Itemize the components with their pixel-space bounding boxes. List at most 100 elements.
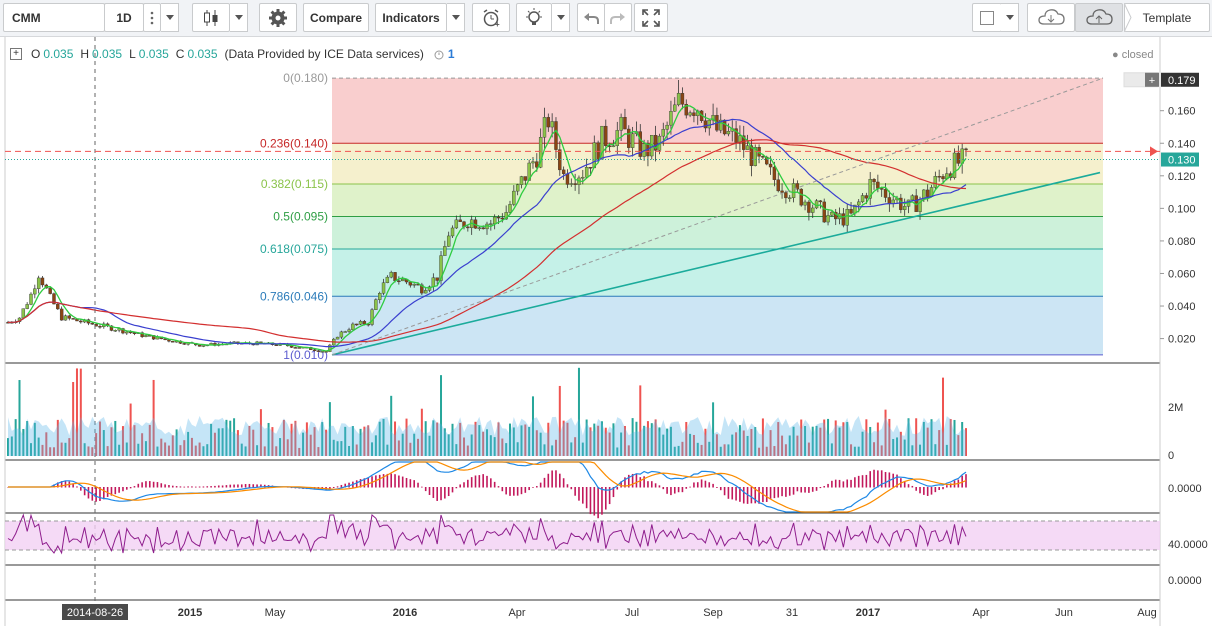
candle-body (872, 179, 876, 183)
candle-body (726, 131, 731, 135)
candle-body (883, 189, 888, 198)
macd-histogram-bar (497, 486, 500, 488)
macd-histogram-bar (773, 487, 776, 499)
time-tick-label: 31 (786, 607, 798, 619)
candle-body (144, 335, 148, 338)
macd-histogram-bar (221, 485, 224, 488)
candle-body (604, 125, 608, 146)
candle-body (807, 201, 811, 213)
candle-body (937, 176, 941, 178)
macd-histogram-bar (202, 486, 205, 488)
fullscreen-button[interactable] (634, 3, 668, 32)
rsi-band (5, 521, 1160, 550)
macd-histogram-bar (555, 470, 557, 488)
candles-style-button[interactable] (192, 3, 230, 32)
interval-dropdown-chevron-icon[interactable] (161, 3, 179, 32)
candle-body (431, 277, 436, 288)
macd-histogram-bar (210, 486, 212, 488)
macd-histogram-bar (405, 477, 408, 488)
open-label: O (31, 47, 41, 61)
macd-histogram-bar (781, 487, 783, 497)
template-button[interactable]: Template (1124, 3, 1210, 32)
macd-histogram-bar (850, 479, 852, 488)
macd-histogram-bar (137, 483, 140, 488)
candle-body (289, 345, 294, 348)
macd-histogram-bar (639, 477, 642, 488)
fib-zone (332, 78, 1103, 144)
macd-histogram-bar (719, 487, 722, 491)
macd-histogram-bar (118, 487, 120, 493)
candle-body (523, 176, 528, 181)
macd-histogram-bar (727, 487, 730, 499)
indicators-dropdown-chevron-icon[interactable] (447, 3, 465, 32)
candle-body (79, 320, 83, 323)
candle-body (466, 226, 470, 229)
macd-histogram-bar (892, 473, 894, 488)
macd-histogram-bar (524, 487, 527, 493)
collapse-legend-icon[interactable]: + (10, 48, 22, 60)
time-tick-label: Jun (1055, 607, 1073, 619)
plus-icon: + (1149, 75, 1155, 87)
macd-histogram-bar (459, 484, 461, 488)
macd-histogram-bar (332, 487, 335, 489)
symbol-search-input[interactable]: CMM (3, 3, 105, 32)
market-status: ● closed (1112, 49, 1154, 61)
macd-histogram-bar (907, 484, 910, 488)
candle-body (791, 183, 796, 198)
macd-histogram-bar (559, 473, 561, 488)
ideas-dropdown-chevron-icon[interactable] (552, 3, 570, 32)
macd-histogram-bar (677, 487, 680, 493)
chart-area[interactable]: 0(0.180) 0.236(0.140) 0.382(0.115) 0.5(0.09… (0, 37, 1212, 626)
candle-body (40, 277, 45, 286)
macd-histogram-bar (700, 479, 703, 488)
candle-body (841, 213, 846, 226)
price-tick-label: 0.140 (1168, 138, 1196, 150)
redo-button[interactable] (604, 3, 632, 32)
macd-histogram-bar (823, 486, 826, 488)
macd-histogram-bar (777, 487, 780, 498)
price-tick-label: 0.120 (1168, 171, 1196, 183)
candle-body (581, 176, 585, 179)
alert-button[interactable]: + (472, 3, 510, 32)
macd-histogram-bar (490, 478, 492, 488)
candle-body (722, 119, 727, 135)
macd-histogram-bar (635, 473, 638, 488)
macd-histogram-bar (582, 487, 584, 504)
macd-histogram-bar (800, 487, 803, 493)
price-tick-label: 0.160 (1168, 106, 1196, 118)
interval-button[interactable]: 1D (104, 3, 144, 32)
save-layout-button[interactable] (1075, 3, 1123, 32)
indicators-button[interactable]: Indicators (375, 3, 447, 32)
macd-histogram-bar (378, 474, 381, 488)
alerts-count[interactable]: 1 (448, 47, 455, 61)
macd-histogram-bar (792, 487, 795, 495)
price-chart[interactable]: 0(0.180) 0.236(0.140) 0.382(0.115) 0.5(0.09… (0, 37, 1212, 626)
interval-more-icon[interactable] (143, 3, 161, 32)
alarm-icon[interactable] (433, 48, 445, 60)
macd-histogram-bar (355, 480, 358, 488)
candle-body (132, 332, 137, 334)
fib-zone (332, 249, 1103, 297)
macd-histogram-bar (585, 487, 588, 509)
macd-histogram-bar (796, 487, 799, 492)
settings-button[interactable] (259, 3, 297, 32)
pane-tick-label: 0.0000 (1168, 575, 1202, 587)
candle-body (458, 219, 462, 222)
macd-histogram-bar (444, 487, 446, 499)
load-layout-button[interactable] (1027, 3, 1075, 32)
macd-histogram-bar (76, 486, 78, 488)
layout-dropdown-chevron-icon[interactable] (1001, 3, 1019, 32)
layout-button[interactable] (972, 3, 1002, 32)
candle-body (378, 293, 382, 300)
time-tick-label: 2015 (178, 607, 202, 619)
pane-tick-label: 40.0000 (1168, 539, 1208, 551)
candle-body (293, 347, 298, 349)
macd-histogram-bar (566, 484, 569, 488)
compare-button[interactable]: Compare (303, 3, 369, 32)
macd-histogram-bar (915, 487, 917, 491)
chart-style-dropdown-chevron-icon[interactable] (230, 3, 248, 32)
macd-histogram-bar (520, 487, 523, 495)
undo-button[interactable] (577, 3, 605, 32)
candle-body (443, 246, 447, 256)
ideas-button[interactable] (516, 3, 552, 32)
